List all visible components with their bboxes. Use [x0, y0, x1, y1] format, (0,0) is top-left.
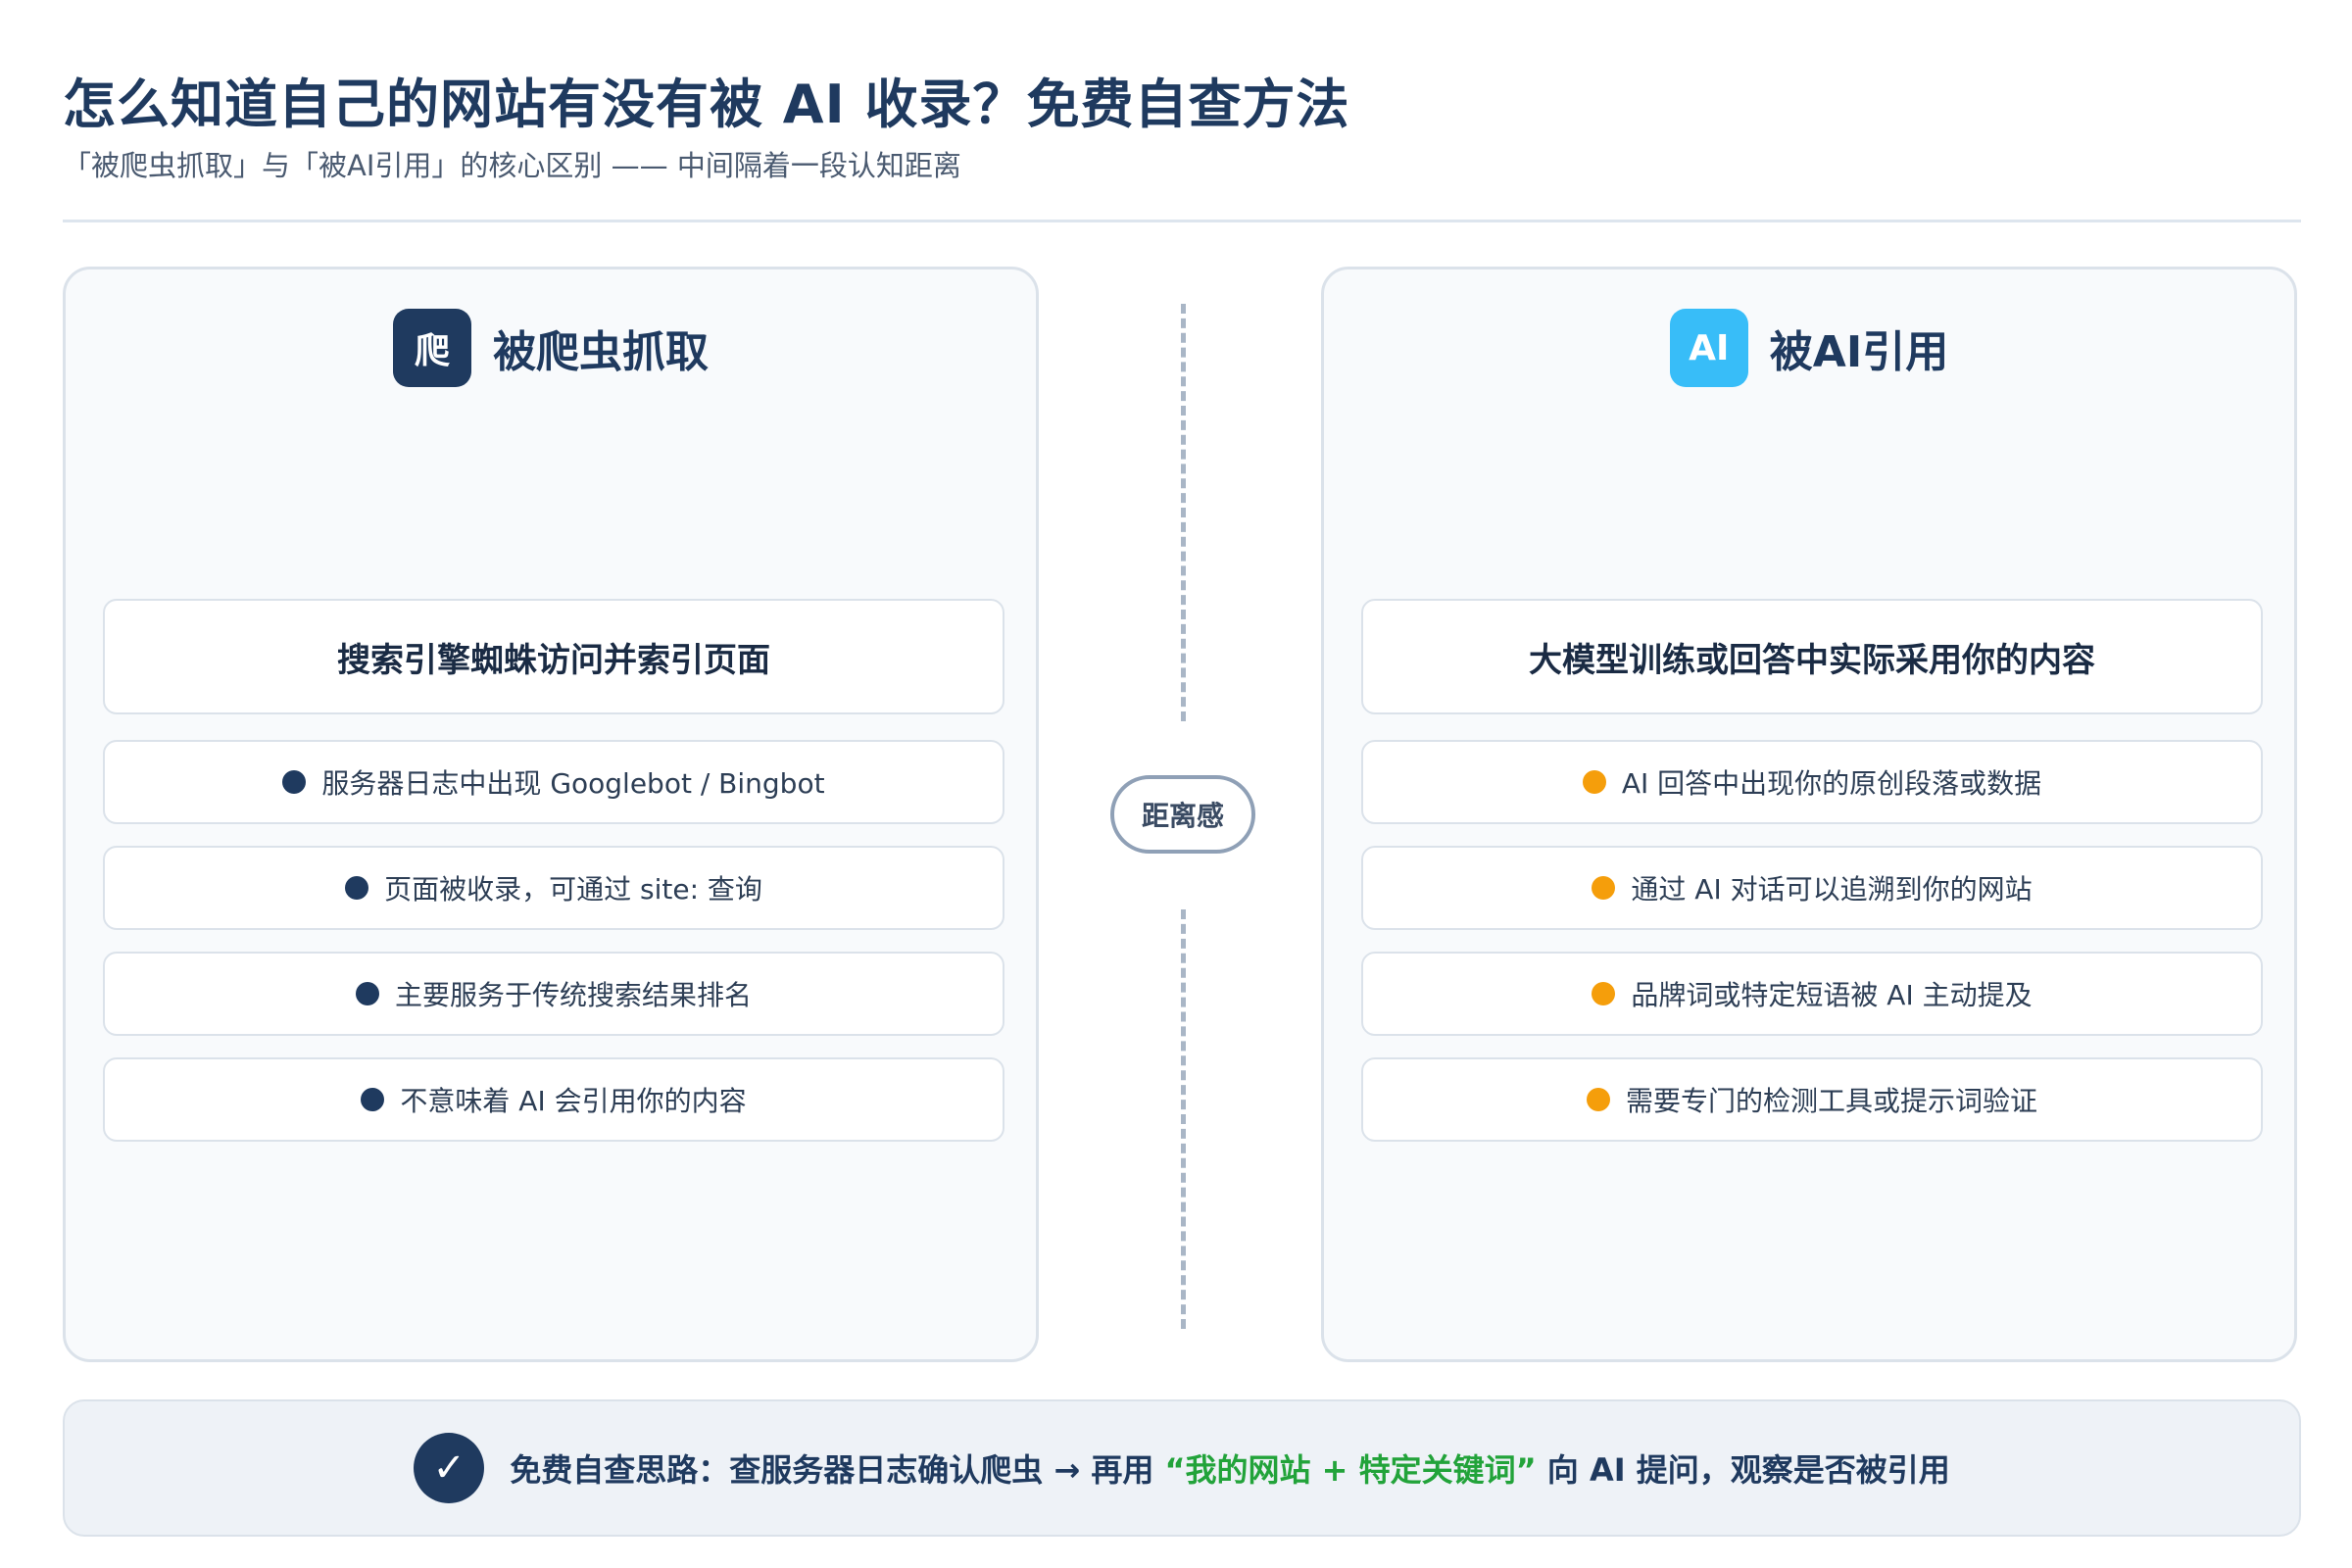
ai-item: 需要专门的检测工具或提示词验证 — [1361, 1057, 2263, 1142]
footer-highlight: “我的网站 + 特定关键词” — [1164, 1451, 1537, 1489]
crawler-panel-header: 爬 被爬虫抓取 — [66, 309, 1036, 387]
divider-dashed-line-bottom — [1181, 909, 1186, 1329]
ai-citation-panel: AI 被AI引用 大模型训练或回答中实际采用你的内容 AI 回答中出现你的原创段… — [1321, 267, 2297, 1362]
ai-main-card: 大模型训练或回答中实际采用你的内容 — [1361, 599, 2263, 714]
divider-dashed-line-top — [1181, 304, 1186, 721]
ai-item: 品牌词或特定短语被 AI 主动提及 — [1361, 952, 2263, 1036]
distance-label: 距离感 — [1110, 775, 1255, 854]
crawler-item-text: 页面被收录，可通过 site: 查询 — [384, 873, 762, 906]
ai-panel-header: AI 被AI引用 — [1324, 309, 2294, 387]
self-check-footer: ✓ 免费自查思路：查服务器日志确认爬虫 → 再用 “我的网站 + 特定关键词” … — [63, 1399, 2301, 1537]
ai-item-text: 通过 AI 对话可以追溯到你的网站 — [1631, 873, 2033, 906]
crawler-main-card: 搜索引擎蜘蛛访问并索引页面 — [103, 599, 1004, 714]
crawler-item-text: 不意味着 AI 会引用你的内容 — [400, 1085, 747, 1117]
ai-item-text: AI 回答中出现你的原创段落或数据 — [1621, 767, 2042, 800]
crawler-item: 服务器日志中出现 Googlebot / Bingbot — [103, 740, 1004, 824]
header-divider — [63, 220, 2301, 222]
footer-text-after: 向 AI 提问，观察是否被引用 — [1536, 1451, 1950, 1489]
bullet-dot-icon — [355, 982, 379, 1005]
page-title: 怎么知道自己的网站有没有被 AI 收录？免费自查方法 — [63, 74, 1350, 135]
crawler-item: 不意味着 AI 会引用你的内容 — [103, 1057, 1004, 1142]
bullet-dot-icon — [1592, 876, 1616, 900]
crawler-panel-title: 被爬虫抓取 — [493, 327, 709, 377]
bullet-dot-icon — [361, 1088, 385, 1111]
crawler-item-text: 主要服务于传统搜索结果排名 — [394, 979, 752, 1011]
bullet-dot-icon — [1592, 982, 1616, 1005]
ai-item-text: 品牌词或特定短语被 AI 主动提及 — [1631, 979, 2033, 1011]
bullet-dot-icon — [1582, 770, 1606, 794]
check-icon: ✓ — [414, 1433, 485, 1503]
footer-text-before: 免费自查思路：查服务器日志确认爬虫 → 再用 — [510, 1451, 1165, 1489]
page-subtitle: 「被爬虫抓取」与「被AI引用」的核心区别 —— 中间隔着一段认知距离 — [63, 149, 961, 182]
ai-item: 通过 AI 对话可以追溯到你的网站 — [1361, 846, 2263, 930]
crawler-item: 主要服务于传统搜索结果排名 — [103, 952, 1004, 1036]
crawler-item: 页面被收录，可通过 site: 查询 — [103, 846, 1004, 930]
ai-panel-title: 被AI引用 — [1769, 327, 1949, 377]
footer-text: 免费自查思路：查服务器日志确认爬虫 → 再用 “我的网站 + 特定关键词” 向 … — [510, 1446, 1950, 1491]
ai-badge-icon: AI — [1669, 309, 1748, 387]
crawler-panel: 爬 被爬虫抓取 搜索引擎蜘蛛访问并索引页面 服务器日志中出现 Googlebot… — [63, 267, 1039, 1362]
bullet-dot-icon — [282, 770, 307, 794]
ai-item-text: 需要专门的检测工具或提示词验证 — [1625, 1085, 2037, 1117]
ai-item: AI 回答中出现你的原创段落或数据 — [1361, 740, 2263, 824]
crawler-item-text: 服务器日志中出现 Googlebot / Bingbot — [321, 767, 825, 800]
crawler-badge-icon: 爬 — [393, 309, 471, 387]
bullet-dot-icon — [1586, 1088, 1610, 1111]
bullet-dot-icon — [345, 876, 369, 900]
